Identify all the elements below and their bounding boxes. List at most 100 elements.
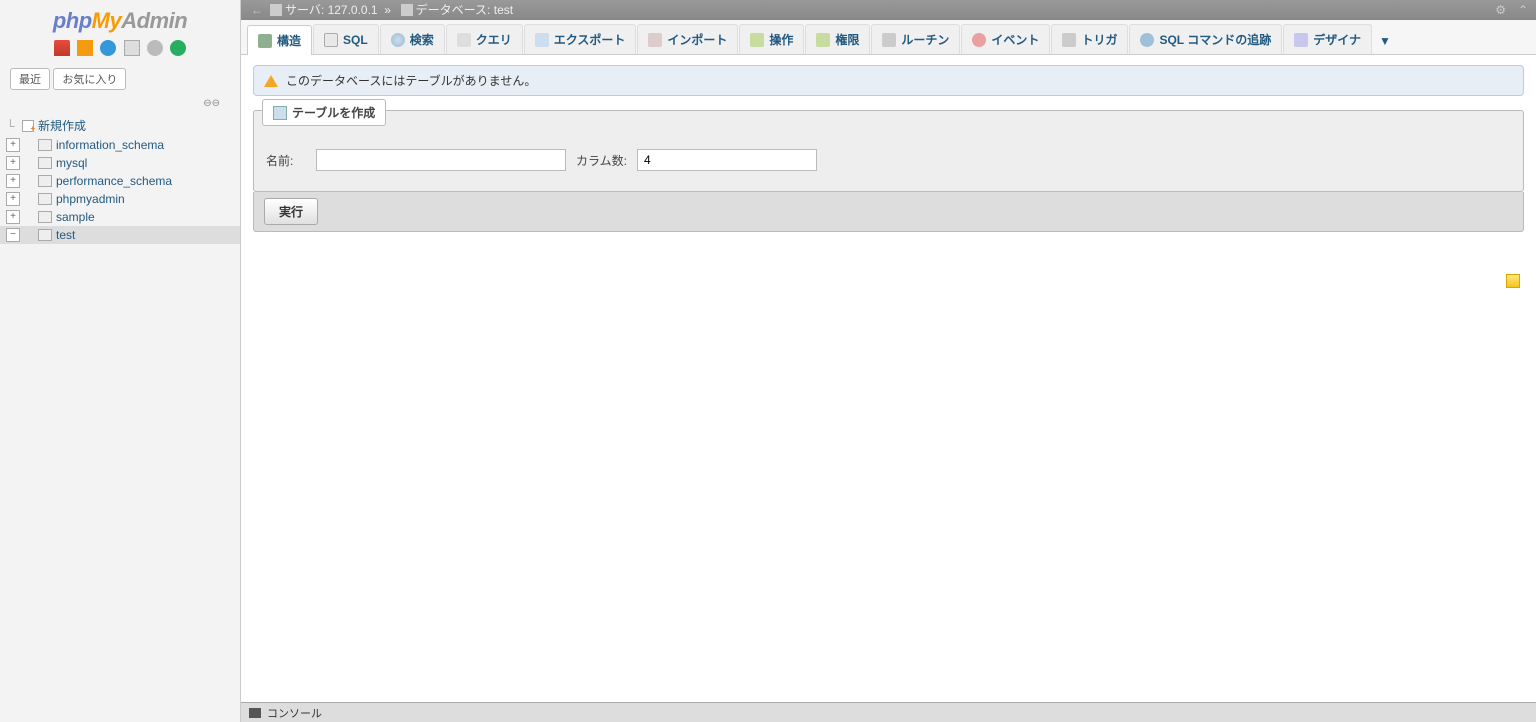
tab-more[interactable]: ▼ bbox=[1373, 28, 1397, 54]
tree-db-label: sample bbox=[56, 210, 95, 224]
tab-events[interactable]: イベント bbox=[961, 24, 1050, 54]
tab-label: 操作 bbox=[769, 31, 793, 48]
tree-new[interactable]: └ 新規作成 bbox=[0, 115, 240, 136]
database-icon bbox=[38, 211, 52, 223]
sidebar: phpMyAdmin 最近 お気に入り ⊖⊖ └ 新規作成 + informati… bbox=[0, 0, 241, 722]
structure-icon bbox=[258, 34, 272, 48]
tree-db-performance_schema[interactable]: + performance_schema bbox=[0, 172, 240, 190]
tab-routines[interactable]: ルーチン bbox=[871, 24, 960, 54]
designer-icon bbox=[1294, 33, 1308, 47]
database-icon bbox=[38, 175, 52, 187]
tab-label: エクスポート bbox=[554, 31, 626, 48]
tree-db-mysql[interactable]: + mysql bbox=[0, 154, 240, 172]
database-icon bbox=[38, 229, 52, 241]
recent-tab[interactable]: 最近 bbox=[10, 68, 50, 90]
table-name-input[interactable] bbox=[316, 149, 566, 171]
tab-structure[interactable]: 構造 bbox=[247, 25, 312, 55]
main: ← サーバ: 127.0.0.1 » データベース: test ⚙ ⌃ 構造 SQ… bbox=[241, 0, 1536, 722]
logout-icon[interactable] bbox=[77, 40, 93, 56]
favorites-tab[interactable]: お気に入り bbox=[53, 68, 126, 90]
routines-icon bbox=[882, 33, 896, 47]
breadcrumb: ← サーバ: 127.0.0.1 » データベース: test ⚙ ⌃ bbox=[241, 0, 1536, 20]
create-table-fieldset: テーブルを作成 名前: カラム数: bbox=[253, 110, 1524, 192]
columns-input[interactable] bbox=[637, 149, 817, 171]
tab-privileges[interactable]: 権限 bbox=[805, 24, 870, 54]
tab-triggers[interactable]: トリガ bbox=[1051, 24, 1128, 54]
logo-admin: Admin bbox=[121, 8, 187, 33]
logo-my: My bbox=[92, 8, 122, 33]
tab-import[interactable]: インポート bbox=[637, 24, 738, 54]
operations-icon bbox=[750, 33, 764, 47]
sql-icon bbox=[324, 33, 338, 47]
tree-toggle-icon[interactable]: + bbox=[6, 156, 20, 170]
tab-label: 構造 bbox=[277, 32, 301, 49]
nav-icons bbox=[0, 38, 240, 62]
export-icon bbox=[535, 33, 549, 47]
sidebar-tabs: 最近 お気に入り bbox=[0, 62, 240, 96]
docs-icon[interactable] bbox=[124, 40, 140, 56]
console-icon bbox=[249, 708, 261, 718]
create-table-legend: テーブルを作成 bbox=[262, 99, 386, 126]
database-icon bbox=[38, 139, 52, 151]
new-db-icon bbox=[22, 120, 34, 132]
search-icon bbox=[391, 33, 405, 47]
events-icon bbox=[972, 33, 986, 47]
page-settings-icon[interactable]: ⚙ bbox=[1495, 0, 1506, 20]
tab-operations[interactable]: 操作 bbox=[739, 24, 804, 54]
back-arrow-icon[interactable]: ← bbox=[247, 0, 267, 20]
tracking-icon bbox=[1140, 33, 1154, 47]
tab-label: SQL コマンドの追跡 bbox=[1159, 31, 1271, 48]
bc-db-label: データベース: bbox=[416, 0, 491, 20]
tree-toggle-icon[interactable]: + bbox=[6, 174, 20, 188]
help-icon[interactable] bbox=[100, 40, 116, 56]
tab-designer[interactable]: デザイナ bbox=[1283, 24, 1372, 54]
name-label: 名前: bbox=[266, 152, 306, 169]
tree-db-label: performance_schema bbox=[56, 174, 172, 188]
tab-export[interactable]: エクスポート bbox=[524, 24, 637, 54]
columns-label: カラム数: bbox=[576, 152, 627, 169]
table-create-icon bbox=[273, 106, 287, 120]
bc-sep: » bbox=[384, 0, 391, 20]
tree-db-label: phpmyadmin bbox=[56, 192, 125, 206]
query-icon bbox=[457, 33, 471, 47]
logo-php: php bbox=[53, 8, 92, 33]
tree-db-label: test bbox=[56, 228, 75, 242]
tab-label: インポート bbox=[667, 31, 727, 48]
tab-label: SQL bbox=[343, 33, 368, 47]
tree-db-phpmyadmin[interactable]: + phpmyadmin bbox=[0, 190, 240, 208]
tab-tracking[interactable]: SQL コマンドの追跡 bbox=[1129, 24, 1282, 54]
tab-label: クエリ bbox=[476, 31, 512, 48]
bookmark-icon[interactable] bbox=[1506, 274, 1520, 288]
tree-db-test[interactable]: − test bbox=[0, 226, 240, 244]
notice-text: このデータベースにはテーブルがありません。 bbox=[286, 72, 536, 89]
db-tree: └ 新規作成 + information_schema + mysql + perform… bbox=[0, 111, 240, 248]
home-icon[interactable] bbox=[54, 40, 70, 56]
legend-text: テーブルを作成 bbox=[292, 104, 375, 121]
import-icon bbox=[648, 33, 662, 47]
tree-toggle-icon[interactable]: + bbox=[6, 138, 20, 152]
tab-label: 権限 bbox=[835, 31, 859, 48]
tabs: 構造 SQL 検索 クエリ エクスポート インポート 操作 権限ルーチンイベントトリガ SQL … bbox=[241, 20, 1536, 55]
logo[interactable]: phpMyAdmin bbox=[0, 0, 240, 38]
collapse-icon[interactable]: ⌃ bbox=[1518, 0, 1528, 20]
reload-icon[interactable] bbox=[170, 40, 186, 56]
settings-icon[interactable] bbox=[147, 40, 163, 56]
tab-query[interactable]: クエリ bbox=[446, 24, 523, 54]
go-button[interactable]: 実行 bbox=[264, 198, 318, 225]
bc-db-value[interactable]: test bbox=[494, 0, 513, 20]
console-label: コンソール bbox=[267, 705, 322, 721]
tab-sql[interactable]: SQL bbox=[313, 24, 379, 54]
link-icon[interactable]: ⊖⊖ bbox=[0, 96, 240, 111]
tree-db-label: information_schema bbox=[56, 138, 164, 152]
console-bar[interactable]: コンソール bbox=[241, 702, 1536, 722]
tab-search[interactable]: 検索 bbox=[380, 24, 445, 54]
tree-toggle-icon[interactable]: − bbox=[6, 228, 20, 242]
bc-server-value[interactable]: 127.0.0.1 bbox=[328, 0, 378, 20]
tree-toggle-icon[interactable]: + bbox=[6, 192, 20, 206]
tree-db-sample[interactable]: + sample bbox=[0, 208, 240, 226]
notice-box: このデータベースにはテーブルがありません。 bbox=[253, 65, 1524, 96]
bc-server-label: サーバ: bbox=[285, 0, 324, 20]
tree-db-information_schema[interactable]: + information_schema bbox=[0, 136, 240, 154]
tree-db-label: mysql bbox=[56, 156, 87, 170]
tree-toggle-icon[interactable]: + bbox=[6, 210, 20, 224]
